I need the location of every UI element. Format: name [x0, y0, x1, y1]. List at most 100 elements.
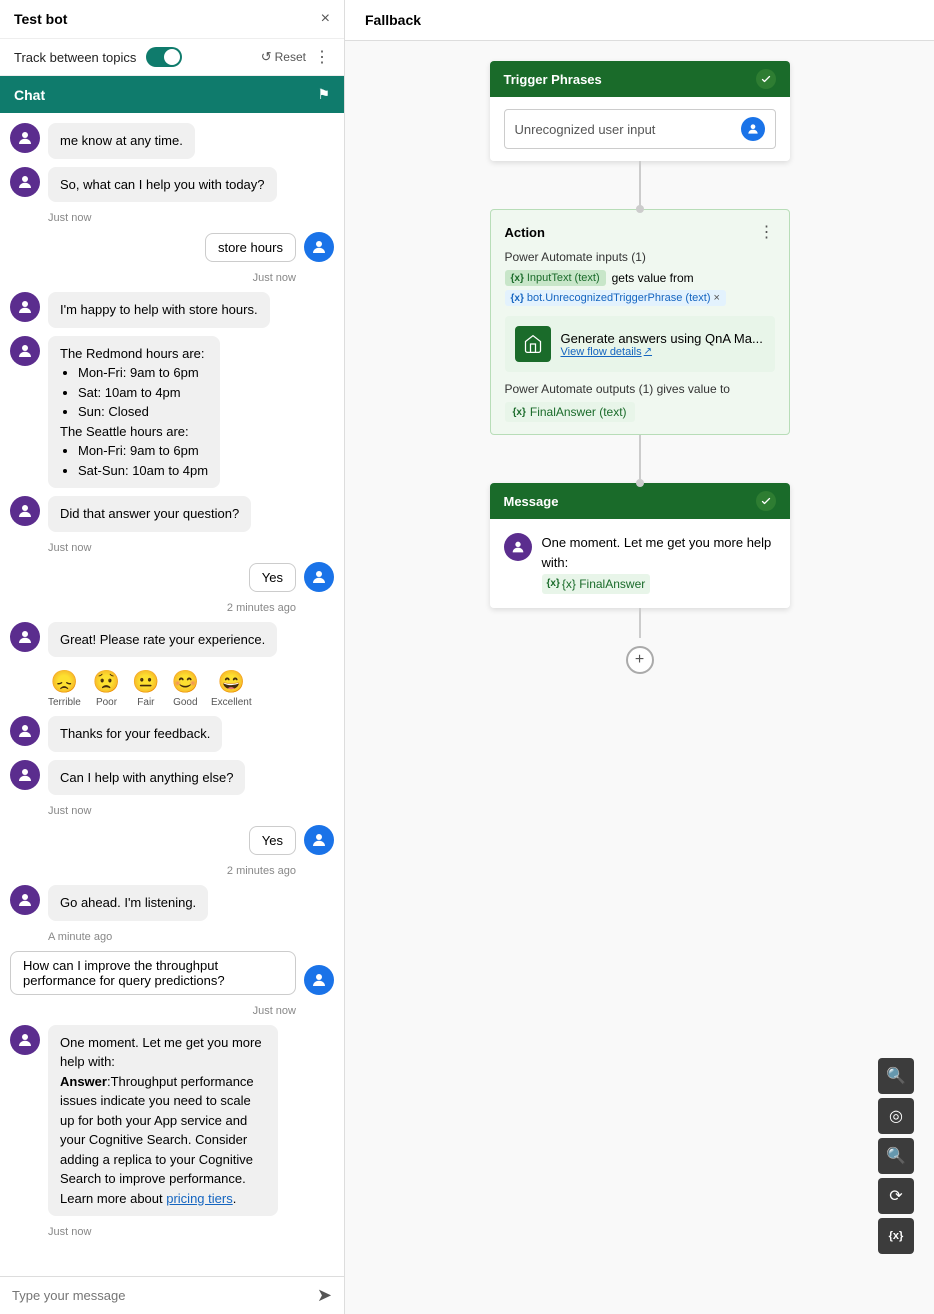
user-bubble: Yes [249, 826, 296, 855]
list-item: Thanks for your feedback. [10, 716, 334, 752]
message-text: One moment. Let me get you more help wit… [542, 533, 776, 594]
rating-terrible[interactable]: 😞 Terrible [48, 669, 81, 708]
message-card: Message One moment. Let me get you more … [490, 483, 790, 608]
final-answer-tag: {x} FinalAnswer (text) [505, 402, 635, 422]
gets-value-label: gets value from [612, 271, 694, 285]
rating-poor[interactable]: 😟 Poor [93, 669, 120, 708]
rating-icon-good: 😊 [172, 669, 199, 695]
message-card-header: Message [490, 483, 790, 519]
toolbar-right: ↺ Reset ⋮ [261, 47, 330, 67]
bot-avatar [10, 123, 40, 153]
bot-bubble: So, what can I help you with today? [48, 167, 277, 203]
zoom-in-button[interactable]: 🔍 [878, 1058, 914, 1094]
list-item: Yes [10, 562, 334, 592]
pricing-tiers-link[interactable]: pricing tiers [166, 1191, 232, 1206]
list-item: I'm happy to help with store hours. [10, 292, 334, 328]
trigger-person-icon [741, 117, 765, 141]
chat-flag-icon[interactable]: ⚑ [317, 86, 330, 103]
list-item: One moment. Let me get you more help wit… [10, 1025, 334, 1217]
pa-outputs-label: Power Automate outputs (1) gives value t… [505, 382, 775, 396]
rating-icon-poor: 😟 [93, 669, 120, 695]
bot-avatar [10, 1025, 40, 1055]
bot-bubble: Did that answer your question? [48, 496, 251, 532]
rating-fair[interactable]: 😐 Fair [132, 669, 159, 708]
bot-bubble: Thanks for your feedback. [48, 716, 222, 752]
trigger-phrase-tag: {x} bot.UnrecognizedTriggerPhrase (text)… [505, 290, 726, 306]
reset-button[interactable]: ↺ Reset [261, 49, 306, 65]
chat-header-title: Chat [14, 87, 45, 103]
rating-label-excellent: Excellent [211, 697, 252, 708]
action-more-button[interactable]: ⋮ [759, 222, 775, 242]
timestamp-right: Just now [10, 1005, 296, 1017]
add-step-button[interactable]: + [626, 646, 654, 674]
user-avatar [304, 825, 334, 855]
trigger-phrases-card: Trigger Phrases Unrecognized user input [490, 61, 790, 161]
bot-avatar [10, 496, 40, 526]
rating-excellent[interactable]: 😄 Excellent [211, 669, 252, 708]
message-bot-icon [504, 533, 532, 561]
list-item: Great! Please rate your experience. [10, 622, 334, 658]
close-button[interactable]: × [321, 10, 330, 28]
left-panel: Test bot × Track between topics ↺ Reset … [0, 0, 345, 1314]
timestamp: Just now [48, 805, 334, 817]
track-label: Track between topics [14, 50, 136, 65]
trigger-input[interactable]: Unrecognized user input [504, 109, 776, 149]
var-tag: {x} {x} FinalAnswer [542, 574, 651, 594]
zoom-out-button[interactable]: 🔍 [878, 1138, 914, 1174]
message-card-title: Message [504, 494, 559, 509]
more-button[interactable]: ⋮ [314, 47, 330, 67]
bot-avatar [10, 336, 40, 366]
input-text-label: InputText (text) [527, 272, 600, 284]
target-button[interactable]: ◎ [878, 1098, 914, 1134]
timestamp: A minute ago [48, 931, 334, 943]
final-answer-text: FinalAnswer (text) [530, 405, 627, 419]
action-title: Action [505, 225, 545, 240]
rating-icon-terrible: 😞 [51, 669, 78, 695]
message-check-badge [756, 491, 776, 511]
user-bubble: store hours [205, 233, 296, 262]
list-item: me know at any time. [10, 123, 334, 159]
bot-bubble: The Redmond hours are: Mon-Fri: 9am to 6… [48, 336, 220, 489]
chat-input[interactable] [12, 1288, 309, 1303]
rating-label-poor: Poor [96, 697, 117, 708]
bot-avatar [10, 622, 40, 652]
trigger-phrase-tag-text: bot.UnrecognizedTriggerPhrase (text) [527, 292, 711, 304]
rating-label-fair: Fair [137, 697, 154, 708]
rating-label-terrible: Terrible [48, 697, 81, 708]
user-avatar [304, 965, 334, 995]
generate-block: Generate answers using QnA Ma... View fl… [505, 316, 775, 372]
chat-body[interactable]: me know at any time. So, what can I help… [0, 113, 344, 1276]
send-button[interactable]: ➤ [317, 1285, 332, 1306]
action-card: Action ⋮ Power Automate inputs (1) {x} I… [490, 209, 790, 435]
refresh-button[interactable]: ⟳ [878, 1178, 914, 1214]
title-bar-title: Test bot [14, 11, 67, 27]
bot-bubble: Go ahead. I'm listening. [48, 885, 208, 921]
rating-good[interactable]: 😊 Good [172, 669, 199, 708]
bot-avatar [10, 716, 40, 746]
trigger-input-text: Unrecognized user input [515, 122, 656, 137]
timestamp: Just now [48, 1226, 334, 1238]
message-bot-text: One moment. Let me get you more help wit… [542, 535, 772, 570]
input-text-tag: {x} InputText (text) [505, 270, 606, 286]
list-item: Go ahead. I'm listening. [10, 885, 334, 921]
bot-bubble: me know at any time. [48, 123, 195, 159]
view-flow-link[interactable]: View flow details ↗ [561, 346, 763, 358]
message-card-body: One moment. Let me get you more help wit… [490, 519, 790, 608]
bot-avatar [10, 167, 40, 197]
list-item: store hours [10, 232, 334, 262]
tag-remove-button[interactable]: × [713, 292, 719, 304]
bot-bubble: Can I help with anything else? [48, 760, 245, 796]
list-item: The Redmond hours are: Mon-Fri: 9am to 6… [10, 336, 334, 489]
generate-icon [515, 326, 551, 362]
pa-row: {x} InputText (text) gets value from [505, 270, 775, 286]
rating-icon-fair: 😐 [132, 669, 159, 695]
chat-input-area: ➤ [0, 1276, 344, 1314]
trigger-card-body: Unrecognized user input [490, 97, 790, 161]
track-toggle[interactable] [146, 47, 182, 67]
reset-label: Reset [275, 50, 306, 64]
bottom-toolbar: 🔍 ◎ 🔍 ⟳ {x} [878, 1058, 914, 1254]
list-item: Did that answer your question? [10, 496, 334, 532]
variable-button[interactable]: {x} [878, 1218, 914, 1254]
right-header: Fallback [345, 0, 934, 41]
trigger-check-badge [756, 69, 776, 89]
